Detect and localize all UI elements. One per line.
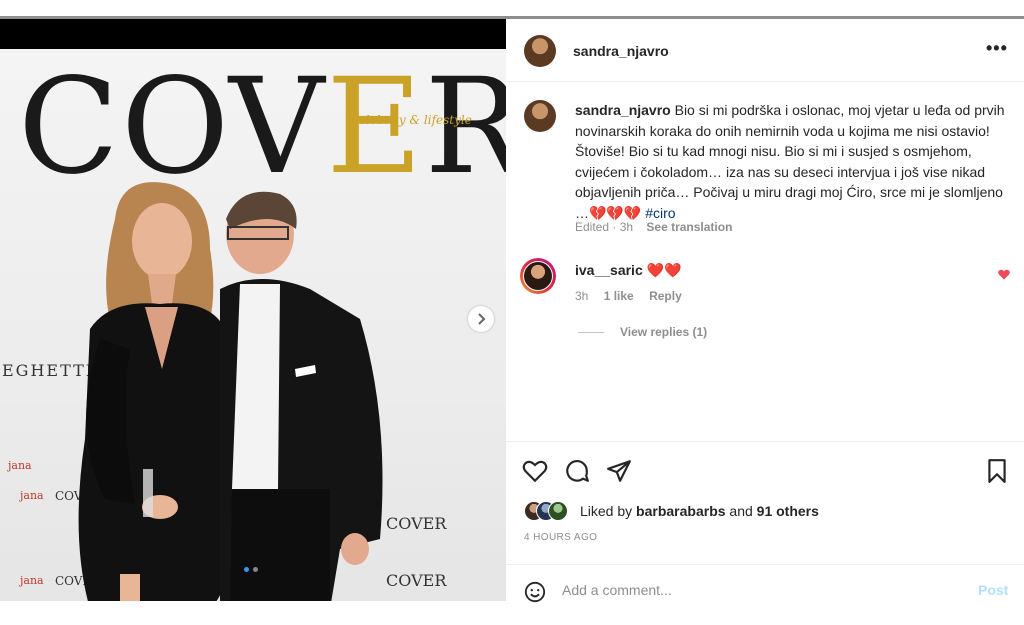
comment-username[interactable]: iva__saric [575,262,643,278]
action-bar [506,441,1024,502]
comment-icon[interactable] [564,458,590,484]
comment-time: 3h [575,289,589,303]
post-header: sandra_njavro ••• [506,19,1024,82]
likes-others[interactable]: 91 others [757,503,819,519]
post-photo: COVER celebrity & lifestyle EGHETTI COVE… [0,49,506,601]
liked-by-user[interactable]: barbarabarbs [636,503,725,519]
bookmark-icon[interactable] [984,458,1010,484]
likes-summary[interactable]: Liked by barbarabarbs and 91 others [580,503,819,519]
caption-text: Bio si mi podrška i oslonac, moj vjetar … [575,102,1005,221]
comment: iva__saric ❤️❤️ [575,262,682,279]
comment-meta: 3h 1 like Reply [575,289,694,303]
man-figure [220,191,383,601]
backdrop-logo-subtitle: celebrity & lifestyle [352,113,472,127]
caption-avatar[interactable] [524,100,556,132]
replies-divider [578,331,604,333]
post-caption: sandra_njavro Bio si mi podrška i oslona… [575,100,1005,224]
caption-edited-time: Edited · 3h [575,220,634,234]
more-options-icon[interactable]: ••• [986,38,1008,59]
post-timestamp: 4 HOURS AGO [524,532,598,543]
view-replies-label: View replies (1) [620,325,708,339]
add-comment-bar: Post [506,564,1024,617]
avatar [548,501,568,521]
comment-likes-count[interactable]: 1 like [604,289,634,303]
carousel-next-button[interactable] [468,306,494,332]
caption-username[interactable]: sandra_njavro [575,102,671,118]
caption-meta: Edited · 3h See translation [575,220,742,234]
add-comment-input[interactable] [562,582,942,598]
paper-plane-icon[interactable] [606,458,632,484]
smiley-icon[interactable] [524,581,546,603]
backdrop-brand-jana: jana [20,489,44,502]
comment-avatar[interactable] [520,258,556,294]
avatar [523,261,553,291]
heart-filled-icon[interactable] [998,269,1010,283]
liked-by-avatars[interactable] [524,501,576,521]
backdrop-brand-jana: jana [8,459,32,472]
backdrop-cover-logo: COVER [18,50,506,204]
view-replies-button[interactable]: View replies (1) [578,325,707,339]
post-media[interactable]: COVER celebrity & lifestyle EGHETTI COVE… [0,19,506,601]
post-comment-button[interactable]: Post [978,582,1008,598]
comment-text: ❤️❤️ [646,262,682,278]
comment-reply-button[interactable]: Reply [649,289,682,303]
carousel-dot-active [244,567,249,572]
post-side-panel: sandra_njavro ••• sandra_njavro Bio si m… [506,19,1024,625]
carousel-indicator [244,567,258,572]
heart-icon[interactable] [522,458,548,484]
carousel-dot [253,567,258,572]
caption-hashtag[interactable]: #ciro [645,205,675,221]
avatar[interactable] [524,35,556,67]
chevron-right-icon [478,313,486,325]
media-bottom-strip [0,601,506,625]
post-author-username[interactable]: sandra_njavro [573,43,669,59]
backdrop-brand-jana: jana [20,574,44,587]
see-translation-button[interactable]: See translation [646,220,732,234]
